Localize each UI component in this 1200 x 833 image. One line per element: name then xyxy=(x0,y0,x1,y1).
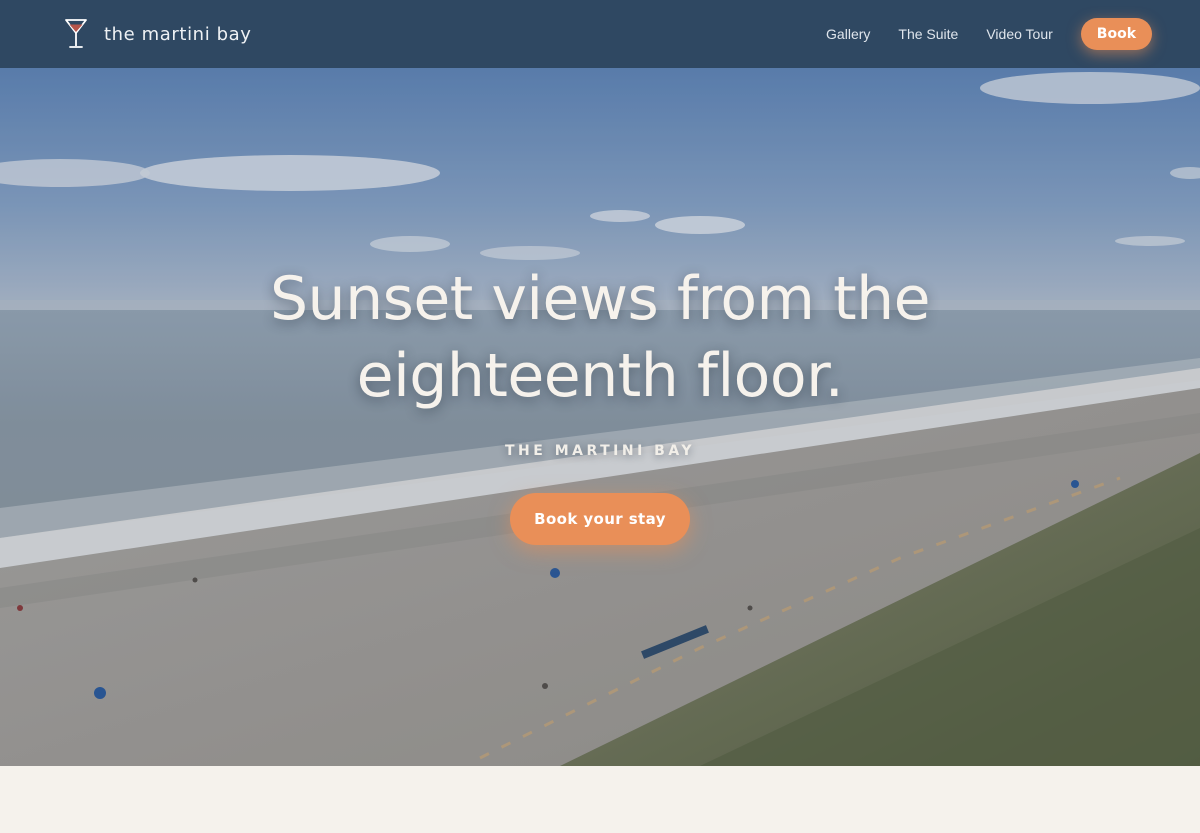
top-nav: the martini bay Gallery The Suite Video … xyxy=(0,0,1200,68)
nav-link-the-suite[interactable]: The Suite xyxy=(898,26,958,42)
content-section xyxy=(0,766,1200,833)
brand-home-link[interactable]: the martini bay xyxy=(64,18,252,50)
brand-name: the martini bay xyxy=(104,23,252,45)
nav-links: Gallery The Suite Video Tour Book xyxy=(826,18,1152,50)
martini-glass-icon xyxy=(65,19,87,48)
book-your-stay-button[interactable]: Book your stay xyxy=(510,493,690,545)
nav-book-button[interactable]: Book xyxy=(1080,18,1152,50)
hero-kicker: THE MARTINI BAY xyxy=(505,443,695,459)
hero-section: Sunset views from the eighteenth floor. … xyxy=(0,68,1200,766)
nav-link-gallery[interactable]: Gallery xyxy=(826,26,870,42)
hero-title: Sunset views from the eighteenth floor. xyxy=(269,264,931,411)
nav-link-video-tour[interactable]: Video Tour xyxy=(986,26,1052,42)
hero-content: Sunset views from the eighteenth floor. … xyxy=(0,68,1200,766)
